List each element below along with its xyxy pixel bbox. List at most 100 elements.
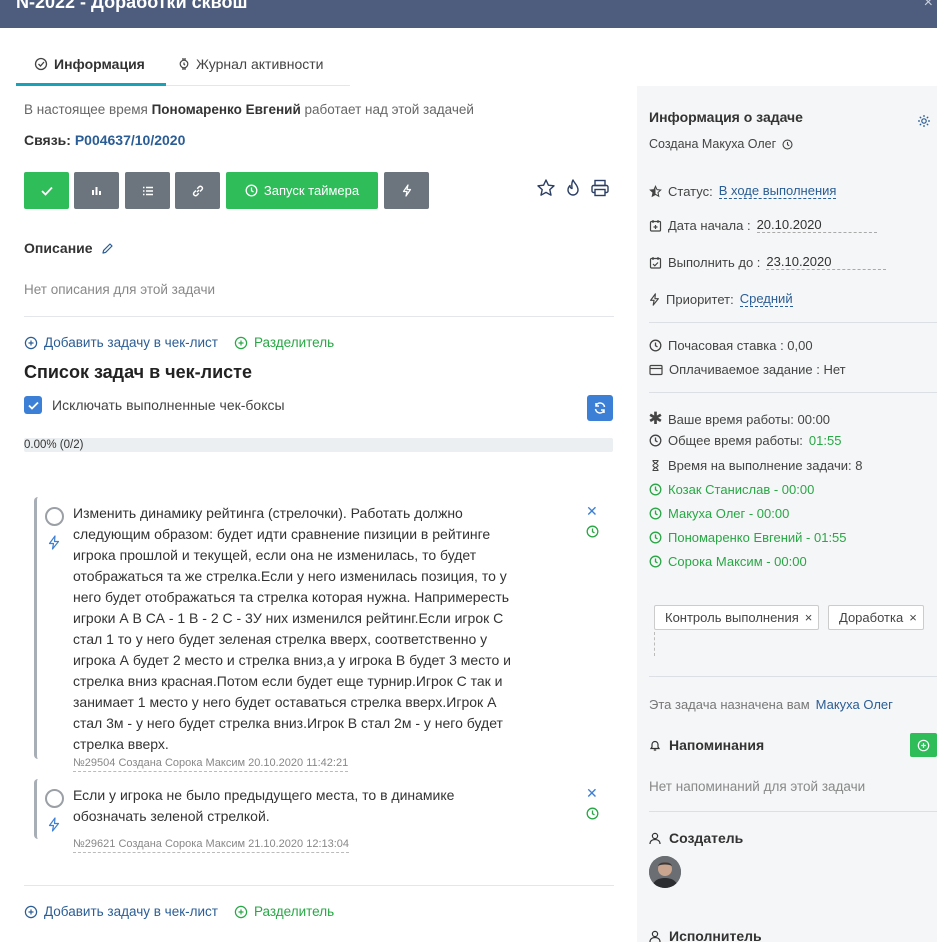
bolt-icon[interactable] — [48, 817, 60, 832]
bolt-icon[interactable] — [48, 535, 60, 550]
remove-tag-icon[interactable]: × — [909, 610, 917, 625]
plus-circle-icon — [234, 905, 248, 919]
working-status: В настоящее время Пономаренко Евгений ра… — [24, 102, 474, 117]
clock-icon — [245, 184, 258, 197]
checklist-item-text[interactable]: Изменить динамику рейтинга (стрелочки). … — [73, 503, 528, 755]
complete-button[interactable] — [24, 172, 69, 209]
start-timer-button[interactable]: Запуск таймера — [226, 172, 378, 209]
add-checklist-item-button[interactable]: Добавить задачу в чек-лист — [24, 335, 218, 350]
status-value[interactable]: В ходе выполнения — [718, 183, 837, 199]
assigned-user-link[interactable]: Макуха Олег — [816, 697, 893, 712]
worker-time-row: Пономаренко Евгений - 01:55 — [649, 530, 847, 545]
clock-icon — [782, 138, 793, 150]
reminders-title: Напоминания — [669, 737, 765, 753]
avatar[interactable] — [649, 856, 681, 888]
worker-time: Сорока Максим - 00:00 — [668, 554, 807, 569]
created-by: Создана Макуха Олег — [649, 137, 793, 151]
bar-chart-icon — [91, 185, 102, 196]
clock-icon — [649, 531, 662, 544]
pencil-icon[interactable] — [101, 242, 114, 255]
print-icon[interactable] — [590, 178, 610, 198]
fire-icon[interactable] — [564, 178, 582, 198]
divider — [649, 322, 937, 323]
main-content: В настоящее время Пономаренко Евгений ра… — [24, 0, 614, 942]
checklist-item-text[interactable]: Если у игрока не было предыдущего места,… — [73, 785, 528, 827]
checklist-progress-bar: 0.00% (0/2) — [24, 438, 613, 452]
hourly-rate-row: Почасовая ставка : 0,00 — [649, 338, 813, 353]
statistics-button[interactable] — [74, 172, 119, 209]
checklist-actions-top: Добавить задачу в чек-лист Разделитель — [24, 335, 334, 350]
automation-button[interactable] — [384, 172, 429, 209]
asterisk-icon: ✱ — [648, 409, 663, 428]
item-checkbox[interactable] — [45, 507, 64, 526]
hourglass-icon — [649, 459, 662, 472]
star-half-icon — [649, 184, 662, 198]
add-divider-button[interactable]: Разделитель — [234, 335, 334, 350]
gear-icon[interactable] — [917, 114, 931, 128]
user-icon — [649, 930, 661, 943]
bell-icon — [649, 739, 661, 752]
estimate: Время на выполнение задачи: 8 — [668, 458, 863, 473]
checklist-actions-bottom: Добавить задачу в чек-лист Разделитель — [24, 904, 334, 919]
clock-icon[interactable] — [586, 807, 599, 820]
delete-item-icon[interactable]: ✕ — [586, 503, 598, 520]
due-date-value[interactable]: 23.10.2020 — [766, 254, 887, 270]
plus-circle-icon — [917, 739, 930, 752]
tag-label: Контроль выполнения — [665, 610, 799, 625]
delete-item-icon[interactable]: ✕ — [586, 785, 598, 802]
start-date-value[interactable]: 20.10.2020 — [756, 217, 877, 233]
list-button[interactable] — [125, 172, 170, 209]
tag[interactable]: Доработка × — [828, 605, 924, 630]
plus-circle-icon — [24, 336, 38, 350]
creator-heading: Создатель — [649, 830, 743, 846]
description-heading: Описание — [24, 240, 114, 256]
refresh-icon — [593, 401, 607, 415]
description-title: Описание — [24, 240, 93, 256]
task-actions — [536, 178, 610, 198]
exclude-completed-label: Исключать выполненные чек-боксы — [52, 397, 285, 413]
add-divider-button[interactable]: Разделитель — [234, 904, 334, 919]
total-time-label: Общее время работы: — [668, 433, 803, 448]
checklist-item: Изменить динамику рейтинга (стрелочки). … — [34, 497, 609, 772]
hourly-rate: Почасовая ставка : 0,00 — [668, 338, 813, 353]
close-icon[interactable]: × — [924, 0, 933, 12]
link-icon — [191, 184, 205, 198]
clock-icon[interactable] — [586, 525, 599, 538]
worker-time: Пономаренко Евгений - 01:55 — [668, 530, 847, 545]
priority-value[interactable]: Средний — [739, 291, 793, 307]
clock-icon — [649, 434, 662, 447]
divider — [649, 811, 937, 812]
checklist-item: Если у игрока не было предыдущего места,… — [34, 779, 609, 853]
add-divider-label: Разделитель — [253, 904, 335, 919]
add-checklist-item-label: Добавить задачу в чек-лист — [44, 335, 218, 350]
start-date-label: Дата начала : — [668, 217, 751, 233]
add-checklist-item-button[interactable]: Добавить задачу в чек-лист — [24, 904, 218, 919]
worker-time-row: Сорока Максим - 00:00 — [649, 554, 807, 569]
task-info-sidebar: Информация о задаче Создана Макуха Олег … — [637, 86, 937, 944]
calendar-plus-icon — [649, 219, 662, 232]
add-reminder-button[interactable] — [910, 733, 937, 757]
bolt-icon — [402, 184, 412, 197]
refresh-button[interactable] — [587, 395, 613, 421]
exclude-completed-toggle[interactable]: Исключать выполненные чек-боксы — [24, 396, 285, 414]
checklist-item-meta: №29504 Создана Сорока Максим 20.10.2020 … — [73, 757, 349, 772]
relation-link[interactable]: P004637/10/2020 — [75, 132, 186, 148]
working-user: Пономаренко Евгений — [151, 102, 301, 117]
item-checkbox[interactable] — [45, 789, 64, 808]
add-checklist-item-label: Добавить задачу в чек-лист — [44, 904, 218, 919]
relation: Связь: P004637/10/2020 — [24, 132, 185, 148]
checkbox-checked[interactable] — [24, 396, 42, 414]
reminders-heading: Напоминания — [649, 737, 764, 753]
worker-time: Макуха Олег - 00:00 — [668, 506, 790, 521]
link-button[interactable] — [175, 172, 220, 209]
tag[interactable]: Контроль выполнения × — [654, 605, 820, 630]
checklist-item-meta: №29621 Создана Сорока Максим 21.10.2020 … — [73, 838, 350, 853]
star-icon[interactable] — [536, 178, 556, 198]
reminders-empty: Нет напоминаний для этой задачи — [649, 779, 866, 794]
remove-tag-icon[interactable]: × — [805, 610, 813, 625]
description-empty: Нет описания для этой задачи — [24, 282, 216, 297]
billable-row: Оплачиваемое задание : Нет — [649, 362, 846, 377]
checklist-title: Список задач в чек-листе — [24, 362, 252, 382]
tag-input-cursor[interactable] — [654, 632, 655, 656]
assigned-prefix: Эта задача назначена вам — [649, 697, 810, 712]
